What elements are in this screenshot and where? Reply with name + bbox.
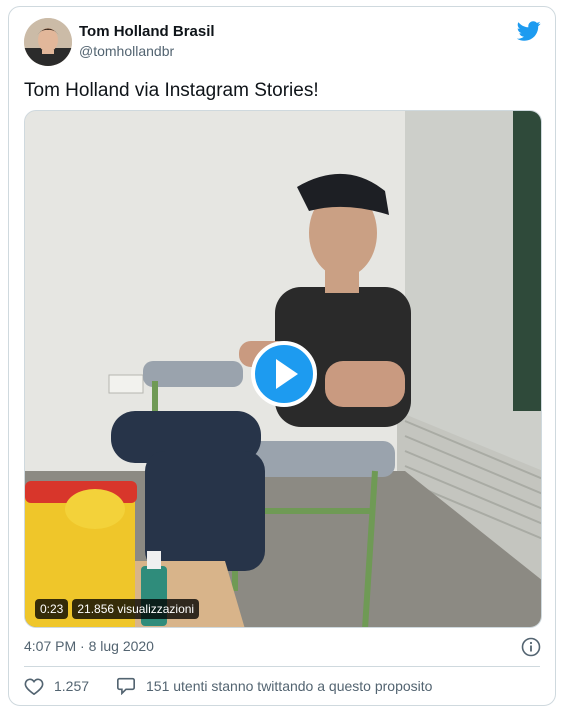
conversation-link[interactable]: 151 utenti stanno twittando a questo pro…	[116, 677, 432, 695]
play-icon	[276, 359, 298, 389]
like-button[interactable]: 1.257	[24, 677, 89, 695]
conversation-text: 151 utenti stanno twittando a questo pro…	[146, 678, 433, 694]
divider	[24, 666, 540, 667]
tweet-timestamp[interactable]: 4:07 PM · 8 lug 2020	[24, 638, 154, 654]
speech-bubble-icon	[117, 677, 135, 695]
info-icon[interactable]	[521, 637, 541, 657]
tweet-card: Tom Holland Brasil @tomhollandbr Tom Hol…	[8, 6, 556, 706]
author-name[interactable]: Tom Holland Brasil	[79, 23, 215, 40]
tweet-text: Tom Holland via Instagram Stories!	[24, 80, 319, 101]
twitter-bird-icon[interactable]	[516, 19, 541, 43]
play-button[interactable]	[251, 341, 317, 407]
video-meta: 0:23 21.856 visualizzazioni	[35, 599, 200, 619]
heart-icon	[24, 678, 44, 695]
avatar[interactable]	[24, 18, 72, 66]
video-player[interactable]: 0:23 21.856 visualizzazioni	[24, 110, 542, 628]
like-count: 1.257	[54, 678, 90, 694]
video-duration: 0:23	[35, 599, 69, 619]
video-views: 21.856 visualizzazioni	[72, 599, 200, 619]
author-handle[interactable]: @tomhollandbr	[79, 43, 174, 59]
